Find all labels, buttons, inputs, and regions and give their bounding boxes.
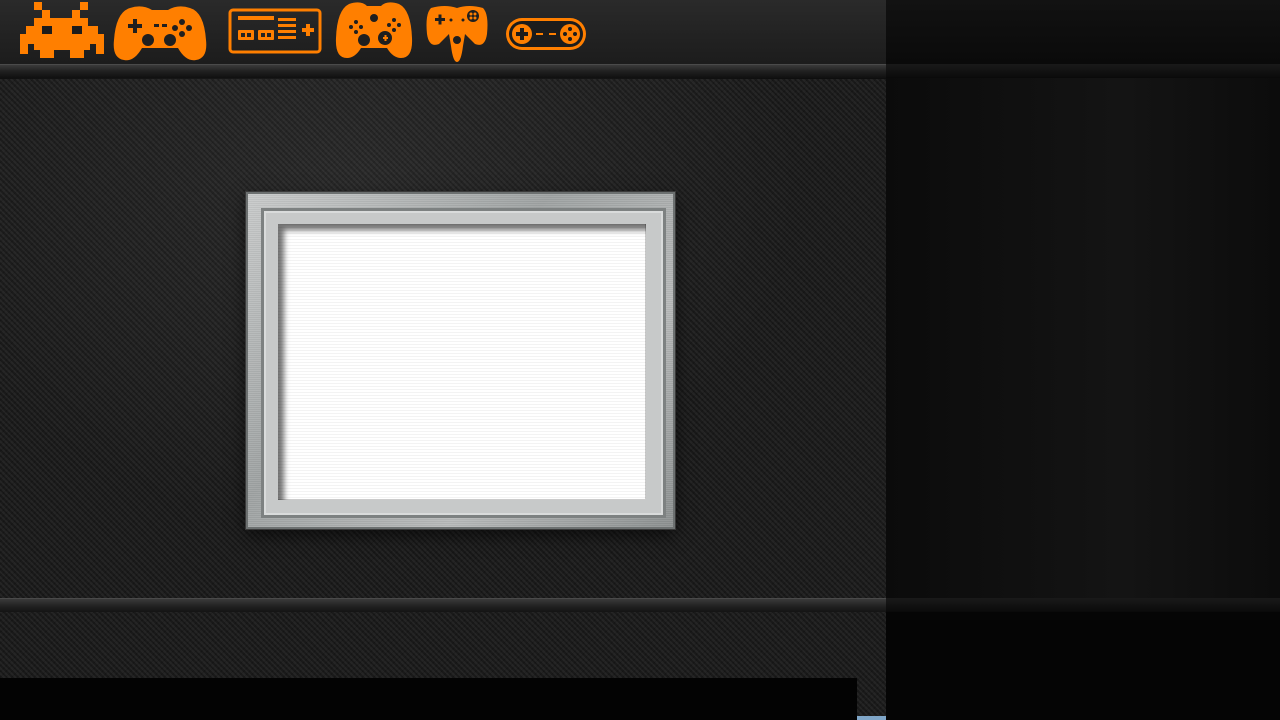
system-icon-row xyxy=(0,0,886,64)
snes-controller-icon[interactable] xyxy=(504,0,588,64)
playstation-controller-icon[interactable] xyxy=(112,0,208,64)
n64-controller-icon[interactable] xyxy=(425,0,489,64)
game-list-footer xyxy=(886,612,1280,720)
nes-controller-icon[interactable] xyxy=(228,0,322,64)
system-bar xyxy=(0,0,886,64)
space-invader-icon[interactable] xyxy=(20,0,104,64)
main-panel xyxy=(0,0,886,720)
game-list-panel[interactable] xyxy=(886,0,1280,720)
xbox-controller-icon[interactable] xyxy=(335,0,413,64)
game-list-top-rail xyxy=(886,64,1280,78)
bottom-divider-rail xyxy=(0,598,886,613)
preview-frame xyxy=(246,192,675,529)
top-divider-rail xyxy=(0,64,886,79)
preview-screen xyxy=(278,224,646,500)
info-bar xyxy=(0,678,857,720)
game-list-header xyxy=(886,0,1280,64)
game-list-bottom-rail xyxy=(886,598,1280,612)
corner-indicator xyxy=(857,716,886,720)
